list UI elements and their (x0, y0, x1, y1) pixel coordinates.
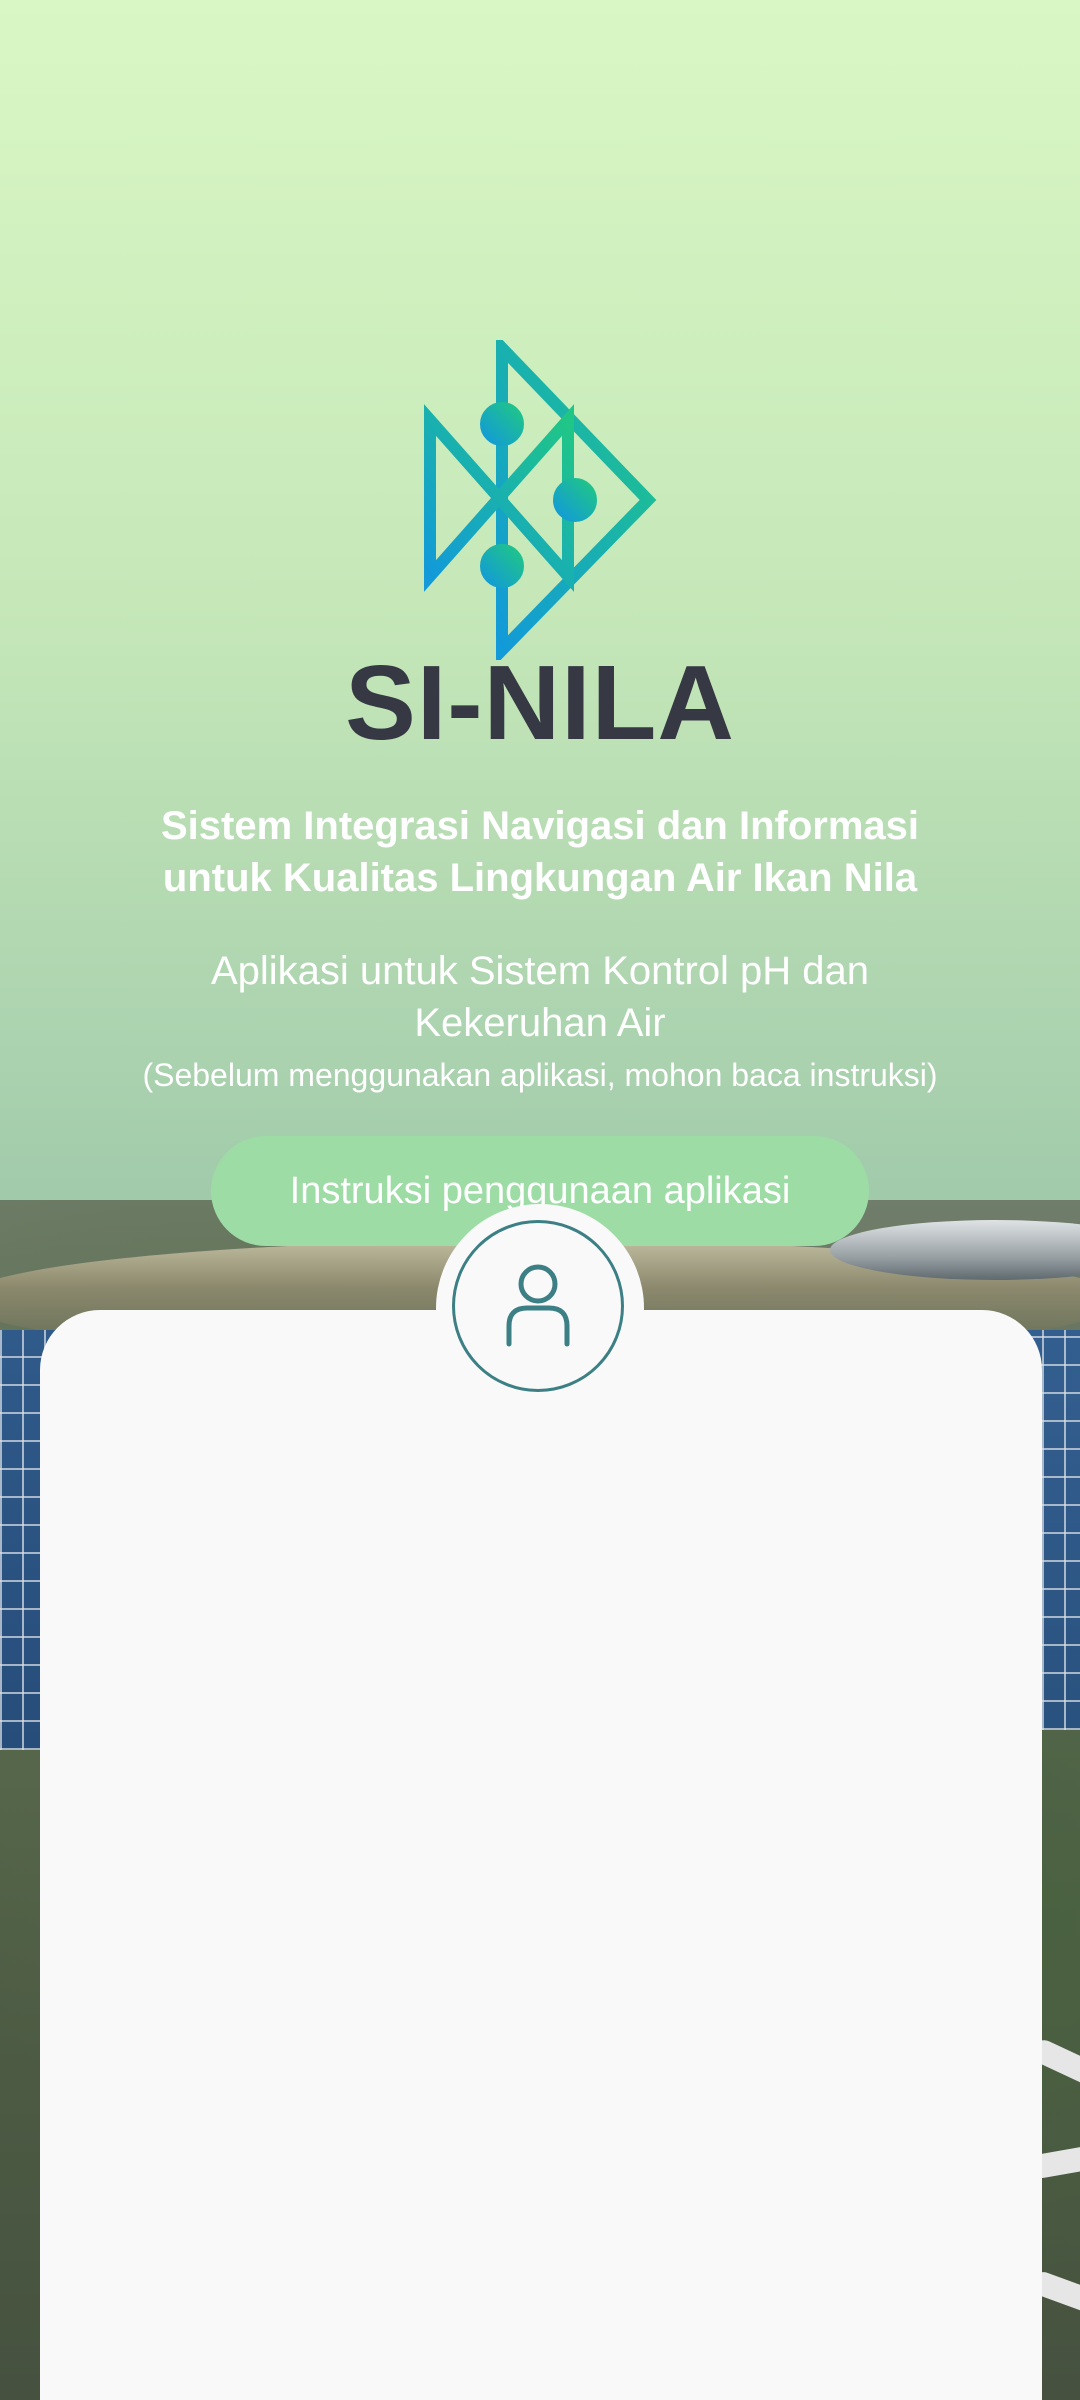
app-name: SI-NILA (345, 644, 735, 762)
fish-circuit-logo-icon (420, 333, 660, 665)
login-card (40, 1310, 1042, 2400)
instruction-note: (Sebelum menggunakan aplikasi, mohon bac… (142, 1057, 938, 1093)
app-subtitle: Aplikasi untuk Sistem Kontrol pH dan Kek… (120, 945, 960, 1049)
user-icon (506, 1264, 570, 1347)
subtitle-line-1: Aplikasi untuk Sistem Kontrol pH dan (210, 949, 870, 993)
login-screen: SI-NILA Sistem Integrasi Navigasi dan In… (0, 0, 1080, 2400)
tagline-line-2: untuk Kualitas Lingkungan Air Ikan Nila (162, 856, 918, 900)
subtitle-line-2: Kekeruhan Air (414, 1001, 666, 1045)
tagline-line-1: Sistem Integrasi Navigasi dan Informasi (160, 804, 920, 848)
app-tagline: Sistem Integrasi Navigasi dan Informasi … (90, 800, 990, 904)
avatar (452, 1220, 624, 1392)
